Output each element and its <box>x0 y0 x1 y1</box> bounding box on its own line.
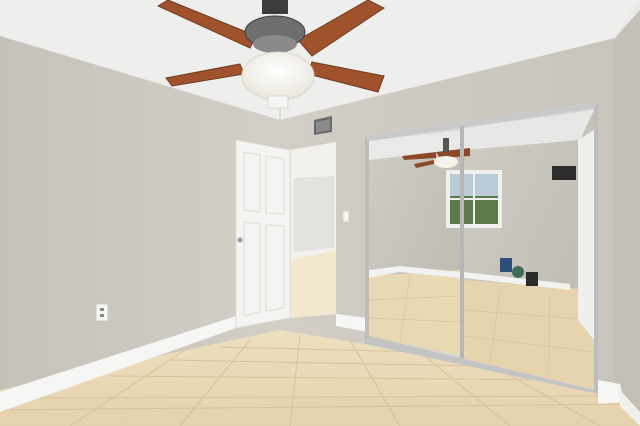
fan-light-globe <box>241 51 315 101</box>
mirrored-closet-doors[interactable] <box>365 102 598 394</box>
window-reflection <box>446 170 502 228</box>
right-wall <box>615 10 640 426</box>
room-illustration <box>0 0 640 426</box>
hallway-floor <box>290 250 336 318</box>
door-knob[interactable] <box>237 237 243 243</box>
room-photo <box>0 0 640 426</box>
hallway-wall <box>294 176 334 252</box>
electrical-outlet-icon <box>95 303 109 322</box>
light-switch-icon[interactable] <box>342 210 350 223</box>
